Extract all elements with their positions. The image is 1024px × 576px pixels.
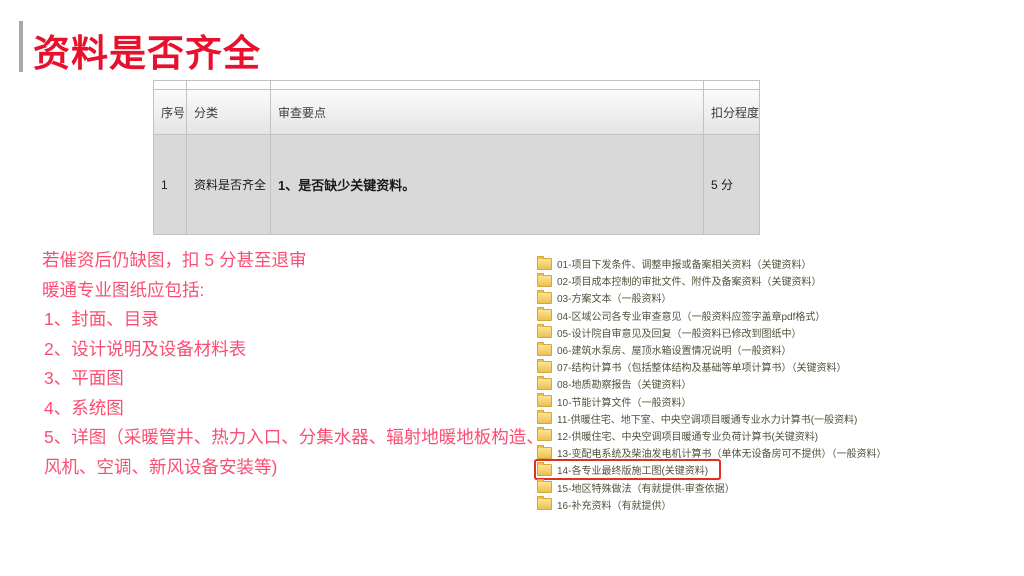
notes-block: 若催资后仍缺图，扣 5 分甚至退审 暖通专业图纸应包括: 1、封面、目录 2、设…: [42, 246, 550, 482]
table-header-category: 分类: [187, 90, 270, 134]
notes-list-item: 2、设计说明及设备材料表: [44, 338, 247, 359]
folder-item: 05-设计院自审意见及回复（一般资料已修改到图纸中）: [537, 324, 886, 341]
folder-icon: [537, 375, 552, 390]
table-cell-points: 1、是否缺少关键资料。: [271, 135, 703, 234]
notes-list-item: 4、系统图: [44, 397, 124, 418]
folder-item: 07-结构计算书（包括整体结构及基础等单项计算书）（关键资料）: [537, 358, 886, 375]
folder-icon: [537, 461, 552, 476]
folder-icon: [537, 393, 552, 408]
folder-item-label: 05-设计院自审意见及回复（一般资料已修改到图纸中）: [557, 328, 802, 340]
notes-list-item: 5、详图（采暖管井、热力入口、分集水器、辐射地暖地板构造、风机、空调、新风设备安…: [44, 427, 544, 477]
notes-list: 1、封面、目录 2、设计说明及设备材料表 3、平面图 4、系统图 5、详图（采暖…: [42, 305, 550, 482]
folder-item-label: 13-变配电系统及柴油发电机计算书（单体无设备房可不提供）（一般资料）: [557, 449, 887, 461]
folder-icon: [537, 496, 552, 511]
table-top-sliver: [271, 81, 703, 89]
folder-item-label: 03-方案文本（一般资料）: [557, 294, 672, 306]
table-header-points: 审查要点: [271, 90, 703, 134]
folder-icon: [537, 410, 552, 425]
folder-icon: [537, 324, 552, 339]
folder-item: 13-变配电系统及柴油发电机计算书（单体无设备房可不提供）（一般资料）: [537, 444, 886, 461]
table-cell-category: 资料是否齐全: [187, 135, 270, 234]
folder-icon: [537, 255, 552, 270]
folder-icon: [537, 341, 552, 356]
folder-item-label: 12-供暖住宅、中央空调项目暖通专业负荷计算书(关键资料): [557, 431, 819, 443]
folder-item-label: 15-地区特殊做法（有就提供-审查依据）: [557, 483, 735, 495]
table-top-sliver: [187, 81, 270, 89]
folder-item: 14-各专业最终版施工图(关键资料): [536, 461, 719, 478]
folder-icon: [537, 272, 552, 287]
folder-item-label: 07-结构计算书（包括整体结构及基础等单项计算书）（关键资料）: [557, 363, 847, 375]
review-table: 序号 分类 审查要点 扣分程度 1 资料是否齐全 1、是否缺少关键资料。 5 分: [153, 80, 760, 235]
folder-item-label: 16-补充资料（有就提供）: [557, 500, 672, 512]
folder-item: 04-区域公司各专业审查意见（一般资料应签字盖章pdf格式）: [537, 307, 886, 324]
table-top-sliver: [704, 81, 759, 89]
folder-item: 02-项目成本控制的审批文件、附件及备案资料（关键资料）: [537, 272, 886, 289]
table-cell-no: 1: [154, 135, 186, 234]
folder-item-label: 10-节能计算文件（一般资料）: [557, 397, 692, 409]
folder-icon: [537, 358, 552, 373]
page-title: 资料是否齐全: [33, 33, 261, 74]
table-cell-deduction: 5 分: [704, 135, 759, 234]
folder-list: 01-项目下发条件、调整申报或备案相关资料（关键资料） 02-项目成本控制的审批…: [537, 255, 886, 513]
folder-icon: [537, 444, 552, 459]
folder-item-label: 04-区域公司各专业审查意见（一般资料应签字盖章pdf格式）: [557, 311, 826, 323]
notes-list-item: 3、平面图: [44, 368, 124, 388]
folder-icon: [537, 307, 552, 322]
title-accent-bar: [19, 21, 23, 72]
folder-item: 12-供暖住宅、中央空调项目暖通专业负荷计算书(关键资料): [537, 427, 886, 444]
folder-icon: [537, 427, 552, 442]
folder-icon: [537, 479, 552, 494]
notes-line-1: 若催资后仍缺图，扣 5 分甚至退审: [42, 250, 307, 270]
notes-line-2: 暖通专业图纸应包括:: [42, 279, 205, 300]
table-header-deduction: 扣分程度: [704, 90, 759, 134]
folder-item-label: 06-建筑水泵房、屋顶水箱设置情况说明（一般资料）: [557, 346, 792, 358]
table-header-no: 序号: [154, 90, 186, 134]
folder-item: 01-项目下发条件、调整申报或备案相关资料（关键资料）: [537, 255, 886, 272]
notes-list-item: 1、封面、目录: [44, 309, 159, 329]
folder-item-label: 14-各专业最终版施工图(关键资料): [557, 466, 709, 478]
folder-item: 08-地质勘察报告（关键资料）: [537, 375, 886, 392]
folder-item: 16-补充资料（有就提供）: [537, 496, 886, 513]
folder-item: 10-节能计算文件（一般资料）: [537, 393, 886, 410]
table-top-sliver: [154, 81, 186, 89]
folder-item: 11-供暖住宅、地下室、中央空调项目暖通专业水力计算书(一般资料): [537, 410, 886, 427]
folder-item-label: 02-项目成本控制的审批文件、附件及备案资料（关键资料）: [557, 277, 822, 289]
folder-icon: [537, 289, 552, 304]
folder-item-label: 11-供暖住宅、地下室、中央空调项目暖通专业水力计算书(一般资料): [557, 414, 858, 426]
slide: 资料是否齐全 序号 分类 审查要点 扣分程度 1 资料是否齐全 1、是否缺少关键…: [0, 0, 1024, 576]
folder-item-label: 01-项目下发条件、调整申报或备案相关资料（关键资料）: [557, 260, 812, 272]
folder-item: 15-地区特殊做法（有就提供-审查依据）: [537, 478, 886, 495]
folder-item-label: 08-地质勘察报告（关键资料）: [557, 380, 692, 392]
folder-item: 03-方案文本（一般资料）: [537, 289, 886, 306]
folder-item: 06-建筑水泵房、屋顶水箱设置情况说明（一般资料）: [537, 341, 886, 358]
